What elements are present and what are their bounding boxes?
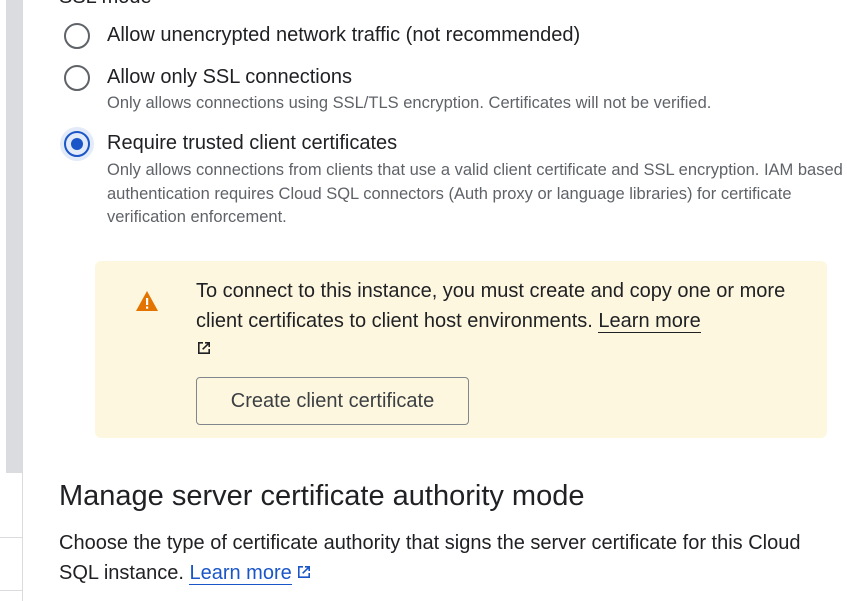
ca-mode-section-title: Manage server certificate authority mode [59, 480, 585, 512]
radio-description-ssl-only: Only allows connections using SSL/TLS en… [107, 94, 712, 112]
radio-circle-selected[interactable] [64, 131, 90, 157]
ca-mode-description: Choose the type of certificate authority… [59, 532, 801, 584]
page-root: SSL mode Allow unencrypted network traff… [0, 0, 847, 601]
warning-text-block: To connect to this instance, you must cr… [196, 276, 796, 336]
radio-label-unencrypted[interactable]: Allow unencrypted network traffic (not r… [107, 24, 580, 47]
radio-circle[interactable] [64, 65, 90, 91]
radio-label-ssl-only[interactable]: Allow only SSL connections [107, 66, 352, 89]
radio-label-trusted-certs[interactable]: Require trusted client certificates [107, 132, 397, 155]
radio-button-trusted-certs[interactable] [60, 127, 94, 161]
external-link-icon[interactable] [296, 564, 312, 580]
radio-option-trusted-certs[interactable] [60, 127, 94, 161]
ca-mode-description-block: Choose the type of certificate authority… [59, 528, 819, 588]
radio-option-unencrypted[interactable] [64, 23, 90, 49]
scrollbar-thumb[interactable] [6, 0, 22, 473]
left-gutter [0, 0, 23, 601]
radio-button-unencrypted[interactable] [64, 23, 90, 49]
radio-option-ssl-only[interactable] [64, 65, 90, 91]
warning-learn-more-link[interactable]: Learn more [598, 310, 701, 333]
create-client-certificate-button[interactable]: Create client certificate [196, 377, 469, 425]
gutter-divider [0, 590, 22, 591]
warning-icon [136, 291, 158, 311]
gutter-divider [0, 537, 22, 538]
radio-description-trusted-certs: Only allows connections from clients tha… [107, 161, 843, 226]
ssl-mode-heading: SSL mode [59, 0, 152, 9]
ca-learn-more-link[interactable]: Learn more [189, 562, 292, 585]
radio-circle[interactable] [64, 23, 90, 49]
external-link-icon[interactable] [196, 340, 212, 356]
radio-button-ssl-only[interactable] [64, 65, 90, 91]
